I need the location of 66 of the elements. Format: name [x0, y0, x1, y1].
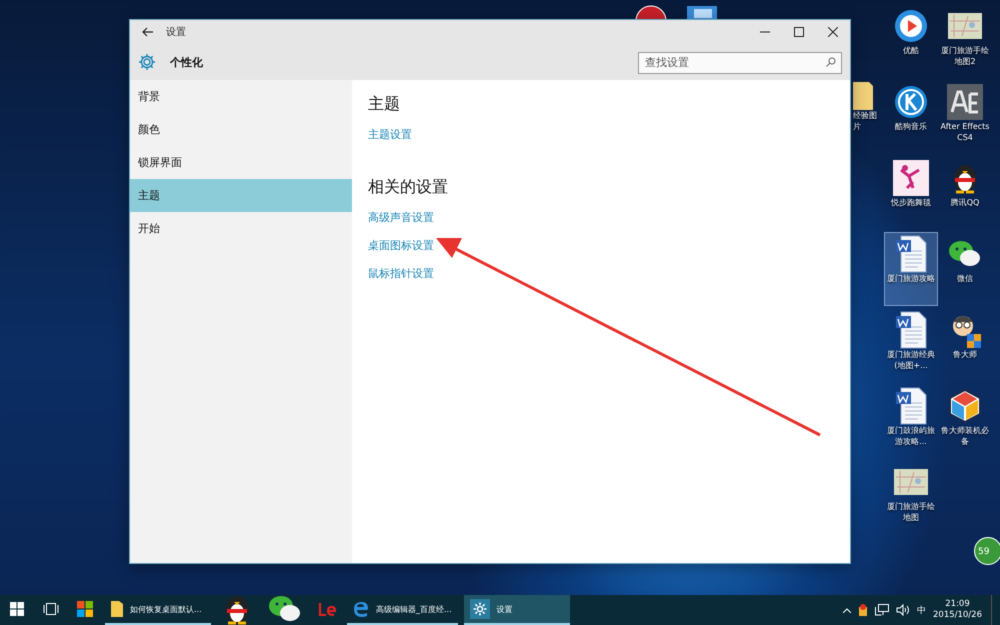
clock-date: 2015/10/26	[933, 610, 982, 621]
map-icon	[894, 469, 928, 495]
desktop-icon[interactable]: 厦门旅游手绘地图2	[938, 4, 992, 78]
folder-icon[interactable]	[853, 80, 873, 110]
desktop-icon[interactable]: 鲁大师	[938, 308, 992, 382]
volume-icon[interactable]	[896, 604, 910, 616]
page-title: 个性化	[170, 54, 204, 70]
sidebar-item[interactable]: 背景	[130, 80, 352, 113]
film-icon[interactable]	[686, 4, 718, 20]
back-arrow-icon	[142, 27, 152, 37]
sidebar-item[interactable]: 主题	[130, 179, 352, 212]
desktop-icon[interactable]: 腾讯QQ	[938, 156, 992, 230]
input-method-indicator[interactable]: 中	[917, 604, 926, 616]
desktop-icon[interactable]: After Effects CS4	[938, 80, 992, 154]
sidebar-item[interactable]: 颜色	[130, 113, 352, 146]
word-document-icon	[895, 387, 927, 425]
clock-time: 21:09	[945, 599, 970, 610]
ae-icon	[947, 84, 983, 120]
chat-bubbles-icon	[268, 594, 302, 624]
play-icon	[893, 8, 929, 44]
map-icon	[948, 13, 982, 39]
maximize-icon	[794, 27, 804, 37]
section-heading: 相关的设置	[368, 177, 448, 198]
desktop-icon[interactable]: 悦步跑舞毯	[884, 156, 938, 230]
app-tray-icon[interactable]	[858, 604, 868, 616]
search-field[interactable]: 查找设置	[638, 52, 842, 74]
settings-taskbar-button[interactable]: 设置	[464, 595, 570, 625]
icon-label: 经验图片	[853, 110, 878, 132]
desktop-icon[interactable]: 酷狗音乐	[884, 80, 938, 154]
settings-icon	[138, 53, 156, 71]
settings-link[interactable]: 主题设置	[368, 127, 412, 142]
sidebar-item[interactable]: 锁屏界面	[130, 146, 352, 179]
desktop-icon[interactable]: 鲁大师装机必备	[938, 384, 992, 458]
section-heading: 主题	[368, 94, 400, 115]
counter-badge: 59	[974, 537, 1000, 565]
word-document-icon	[895, 235, 927, 273]
task-view-icon	[43, 603, 59, 615]
folder-icon	[111, 601, 123, 617]
le-logo-icon	[318, 602, 336, 616]
desktop-icon[interactable]: 厦门鼓浪屿旅游攻略...	[884, 384, 938, 458]
network-icon[interactable]	[875, 604, 889, 616]
taskbar-button[interactable]: 高级编辑器_百度经...	[347, 595, 458, 625]
chevron-up-icon[interactable]	[843, 608, 851, 612]
close-icon	[828, 27, 838, 37]
dancer-icon	[893, 160, 929, 196]
desktop-icon[interactable]: 优酷	[884, 4, 938, 78]
gear-icon	[472, 602, 487, 616]
desktop-icon[interactable]: 厦门旅游攻略	[884, 232, 938, 306]
colored-tiles-icon	[77, 601, 93, 617]
desktop-icon[interactable]: 厦门旅游手绘地图	[884, 460, 938, 534]
music-icon	[893, 84, 929, 120]
cube-icon	[947, 388, 983, 424]
search-icon	[826, 57, 836, 67]
sidebar-item[interactable]: 开始	[130, 212, 352, 245]
clock[interactable]: 21:09 2015/10/26	[933, 599, 982, 621]
settings-link[interactable]: 高级声音设置	[368, 210, 434, 225]
chat-bubbles-icon	[948, 239, 982, 269]
desktop-icon[interactable]: 微信	[938, 232, 992, 306]
windows-logo-icon	[10, 602, 24, 616]
e-logo-icon	[353, 601, 369, 617]
window-title: 设置	[166, 26, 187, 39]
desktop-icon[interactable]: 厦门旅游经典(地图+...	[884, 308, 938, 382]
word-document-icon	[895, 311, 927, 349]
taskbar-button[interactable]: 如何恢复桌面默认...	[105, 595, 211, 625]
settings-link[interactable]: 鼠标指针设置	[368, 266, 434, 281]
settings-link[interactable]: 桌面图标设置	[368, 238, 434, 253]
